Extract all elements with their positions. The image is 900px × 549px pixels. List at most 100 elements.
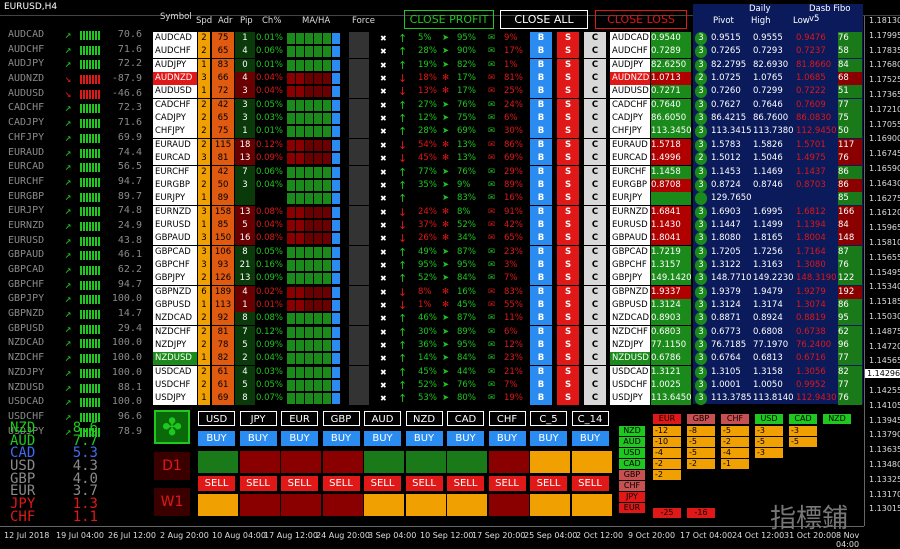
scanner-symbol[interactable]: AUDNZD xyxy=(153,72,197,86)
close-button[interactable]: C xyxy=(584,352,606,366)
buy-button[interactable]: B xyxy=(530,379,552,393)
currency-sell-button[interactable]: SELL xyxy=(239,476,277,491)
currency-tab[interactable]: C_5 xyxy=(530,411,567,426)
mail-icon[interactable]: ✉ xyxy=(488,339,498,352)
buy-button[interactable]: B xyxy=(530,32,552,45)
sell-button[interactable]: S xyxy=(557,205,579,219)
close-button[interactable]: C xyxy=(584,192,606,206)
close-x-icon[interactable]: ✖ xyxy=(380,59,390,72)
close-x-icon[interactable]: ✖ xyxy=(380,326,390,339)
sell-button[interactable]: S xyxy=(557,232,579,246)
close-x-icon[interactable]: ✖ xyxy=(380,139,390,152)
close-button[interactable]: C xyxy=(584,365,606,379)
currency-buy-button[interactable]: BUY xyxy=(405,431,443,446)
scanner-symbol[interactable]: EURUSD xyxy=(153,218,197,232)
buy-button[interactable]: B xyxy=(530,218,552,232)
sell-button[interactable]: S xyxy=(557,392,579,406)
close-button[interactable]: C xyxy=(584,138,606,152)
currency-buy-button[interactable]: BUY xyxy=(571,431,609,446)
close-button[interactable]: C xyxy=(584,258,606,272)
close-x-icon[interactable]: ✖ xyxy=(380,99,390,112)
currency-sell-button[interactable]: SELL xyxy=(364,476,401,491)
close-button[interactable]: C xyxy=(584,379,606,393)
currency-buy-button[interactable]: BUY xyxy=(198,431,235,446)
currency-tab[interactable]: USD xyxy=(198,411,235,426)
currency-buy-button[interactable]: BUY xyxy=(239,431,277,446)
scanner-symbol[interactable]: USDCAD xyxy=(153,365,197,379)
close-x-icon[interactable]: ✖ xyxy=(380,219,390,232)
scanner-symbol[interactable]: EURGBP xyxy=(153,178,197,192)
close-x-icon[interactable]: ✖ xyxy=(380,352,390,365)
buy-button[interactable]: B xyxy=(530,85,552,99)
sell-button[interactable]: S xyxy=(557,138,579,152)
mail-icon[interactable]: ✉ xyxy=(488,312,498,325)
currency-tab[interactable]: AUD xyxy=(364,411,401,426)
currency-tab[interactable]: EUR xyxy=(281,411,318,426)
close-button[interactable]: C xyxy=(584,72,606,86)
mail-icon[interactable]: ✉ xyxy=(488,366,498,379)
mail-icon[interactable]: ✉ xyxy=(488,259,498,272)
sell-button[interactable]: S xyxy=(557,58,579,72)
close-button[interactable]: C xyxy=(584,45,606,59)
close-x-icon[interactable]: ✖ xyxy=(380,246,390,259)
mail-icon[interactable]: ✉ xyxy=(488,152,498,165)
buy-button[interactable]: B xyxy=(530,165,552,179)
sell-button[interactable]: S xyxy=(557,352,579,366)
mail-icon[interactable]: ✉ xyxy=(488,59,498,72)
sell-button[interactable]: S xyxy=(557,72,579,86)
scanner-symbol[interactable]: EURJPY xyxy=(153,192,197,206)
buy-button[interactable]: B xyxy=(530,339,552,353)
mail-icon[interactable]: ✉ xyxy=(488,32,498,45)
mail-icon[interactable]: ✉ xyxy=(488,85,498,98)
scanner-symbol[interactable]: NZDCHF xyxy=(153,325,197,339)
sell-button[interactable]: S xyxy=(557,339,579,353)
close-button[interactable]: C xyxy=(584,85,606,99)
currency-sell-button[interactable]: SELL xyxy=(530,476,567,491)
sell-button[interactable]: S xyxy=(557,299,579,312)
buy-button[interactable]: B xyxy=(530,299,552,312)
sell-button[interactable]: S xyxy=(557,379,579,393)
close-button[interactable]: C xyxy=(584,112,606,126)
mail-icon[interactable]: ✉ xyxy=(488,179,498,192)
buy-button[interactable]: B xyxy=(530,258,552,272)
mail-icon[interactable]: ✉ xyxy=(488,392,498,405)
close-x-icon[interactable]: ✖ xyxy=(380,206,390,219)
close-x-icon[interactable]: ✖ xyxy=(380,299,390,312)
scanner-symbol[interactable]: GBPNZD xyxy=(153,285,197,299)
close-x-icon[interactable]: ✖ xyxy=(380,166,390,179)
buy-button[interactable]: B xyxy=(530,72,552,86)
mail-icon[interactable]: ✉ xyxy=(488,72,498,85)
sell-button[interactable]: S xyxy=(557,285,579,299)
mail-icon[interactable]: ✉ xyxy=(488,139,498,152)
scanner-symbol[interactable]: AUDCHF xyxy=(153,45,197,59)
scanner-symbol[interactable]: CADJPY xyxy=(153,112,197,126)
close-button[interactable]: C xyxy=(584,205,606,219)
scanner-symbol[interactable]: EURAUD xyxy=(153,138,197,152)
buy-button[interactable]: B xyxy=(530,232,552,246)
close-button[interactable]: C xyxy=(584,152,606,166)
close-all-button[interactable]: CLOSE ALL xyxy=(500,10,588,29)
currency-tab[interactable]: GBP xyxy=(322,411,360,426)
close-button[interactable]: C xyxy=(584,58,606,72)
sell-button[interactable]: S xyxy=(557,32,579,45)
mail-icon[interactable]: ✉ xyxy=(488,192,498,205)
currency-sell-button[interactable]: SELL xyxy=(198,476,235,491)
buy-button[interactable]: B xyxy=(530,365,552,379)
sell-button[interactable]: S xyxy=(557,312,579,326)
close-x-icon[interactable]: ✖ xyxy=(380,312,390,325)
buy-button[interactable]: B xyxy=(530,325,552,339)
mail-icon[interactable]: ✉ xyxy=(488,112,498,125)
mail-icon[interactable]: ✉ xyxy=(488,379,498,392)
scanner-symbol[interactable]: AUDCAD xyxy=(153,32,197,45)
close-button[interactable]: C xyxy=(584,339,606,353)
close-button[interactable]: C xyxy=(584,272,606,286)
currency-tab[interactable]: NZD xyxy=(405,411,443,426)
close-x-icon[interactable]: ✖ xyxy=(380,85,390,98)
buy-button[interactable]: B xyxy=(530,352,552,366)
sell-button[interactable]: S xyxy=(557,192,579,206)
scanner-symbol[interactable]: GBPCHF xyxy=(153,258,197,272)
buy-button[interactable]: B xyxy=(530,138,552,152)
sell-button[interactable]: S xyxy=(557,85,579,99)
mail-icon[interactable]: ✉ xyxy=(488,99,498,112)
buy-button[interactable]: B xyxy=(530,98,552,112)
